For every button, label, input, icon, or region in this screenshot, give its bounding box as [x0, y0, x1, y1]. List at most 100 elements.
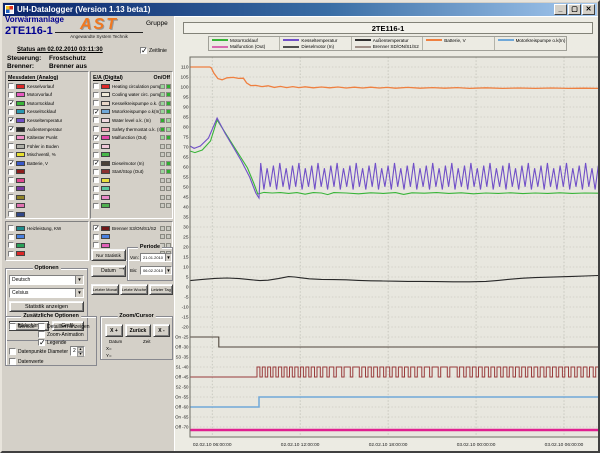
x-tick-label: 03.02.10 00:00:00 [457, 442, 496, 448]
row-checkbox[interactable] [93, 169, 99, 175]
row-checkbox[interactable] [8, 92, 14, 98]
status-squares [160, 203, 171, 208]
row-checkbox[interactable] [93, 242, 99, 248]
status-squares [160, 84, 171, 89]
list-item: Cooling water circ. pump (Out) [92, 91, 171, 100]
row-checkbox[interactable] [8, 83, 14, 89]
list-item [7, 250, 87, 259]
detailliert-checkbox[interactable]: Detailliert anzeigen [38, 323, 90, 330]
status-square [160, 161, 165, 166]
language-select[interactable]: Deutsch ▼ [9, 275, 84, 285]
row-checkbox[interactable] [93, 203, 99, 209]
checkbox-box[interactable] [38, 323, 45, 330]
y-tick-label: 40 [183, 205, 189, 211]
datenpunkte-checkbox[interactable]: Datenpunkte Diameter [9, 348, 68, 355]
control-panel: Vorwärmanlage 2TE116-1 AST Angewandte Sy… [3, 16, 174, 453]
row-checkbox[interactable] [8, 100, 14, 106]
row-checkbox[interactable] [8, 225, 14, 231]
color-swatch [101, 178, 110, 183]
row-checkbox[interactable] [8, 117, 14, 123]
row-checkbox[interactable] [93, 135, 99, 141]
y-tick-label: 60 [183, 165, 189, 171]
row-checkbox[interactable] [8, 242, 14, 248]
y-tick-label: -5 [184, 295, 189, 301]
zeitlinie-checkbox[interactable]: Zeitlinie [140, 47, 167, 54]
row-checkbox[interactable] [8, 143, 14, 149]
status-line: Status am 02.02.2010 03:11:30 [17, 47, 103, 53]
plot[interactable]: 02.02.10 06:00:0002.02.10 12:00:0002.02.… [175, 52, 600, 453]
service-checkbox[interactable]: Service [9, 323, 35, 330]
row-checkbox[interactable] [93, 225, 99, 231]
legend-label: Malfunction (Out) [230, 44, 265, 49]
list-item: Brenner S3/ON/S1/S2 [92, 224, 171, 233]
zoom-x-plus-button[interactable]: X + [105, 324, 123, 337]
datenwerte-checkbox[interactable]: Datenwerte [9, 358, 44, 365]
chevron-down-icon[interactable]: ▼ [165, 254, 171, 261]
chevron-down-icon[interactable]: ▼ [165, 267, 171, 274]
status-square [166, 101, 171, 106]
minimize-button[interactable]: _ [554, 4, 567, 15]
analog-listbox-2: Heizleistung, KW [5, 221, 89, 261]
color-swatch [101, 169, 110, 174]
spinner-down-icon[interactable]: ▼ [77, 352, 84, 357]
row-checkbox[interactable] [93, 234, 99, 240]
status-square [160, 144, 165, 149]
chevron-down-icon[interactable]: ▼ [75, 276, 83, 284]
status-square [160, 135, 165, 140]
checkbox-box[interactable] [38, 339, 45, 346]
row-checkbox[interactable] [93, 160, 99, 166]
row-checkbox[interactable] [93, 186, 99, 192]
zoom-zurueck-button[interactable]: Zurück [125, 324, 151, 337]
chevron-down-icon[interactable]: ▼ [75, 289, 83, 297]
checkbox-box[interactable] [9, 323, 16, 330]
row-checkbox[interactable] [93, 109, 99, 115]
status-squares [160, 101, 171, 106]
letzte-woche-button[interactable]: Letzte Woche [120, 284, 148, 295]
checkbox-box[interactable] [9, 348, 16, 355]
y-tick-label: 45 [183, 195, 189, 201]
row-checkbox[interactable] [93, 177, 99, 183]
row-label: Brenner S3/ON/S1/S2 [112, 226, 156, 231]
row-checkbox[interactable] [8, 152, 14, 158]
row-checkbox[interactable] [93, 100, 99, 106]
checkbox-label: Legende [47, 340, 66, 346]
row-checkbox[interactable] [93, 83, 99, 89]
list-item: Start/Stop (Out) [92, 167, 171, 176]
row-checkbox[interactable] [93, 92, 99, 98]
maximize-button[interactable]: ▢ [568, 4, 581, 15]
checkbox-box[interactable] [9, 358, 16, 365]
row-checkbox[interactable] [8, 177, 14, 183]
legende-checkbox[interactable]: Legende [38, 339, 66, 346]
datenpunkte-spinner[interactable]: 2 ▲▼ [70, 346, 85, 356]
nur-statistik-button[interactable]: Nur Statistik [91, 249, 126, 261]
zoom-x-minus-button[interactable]: X - [153, 324, 170, 337]
bis-date-select[interactable]: 06.02.2010 ▼ [140, 266, 172, 275]
list-item: Außentemperatur [7, 125, 87, 134]
status-square [166, 195, 171, 200]
letzter-monat-button[interactable]: Letzter Monat [91, 284, 119, 295]
von-date-select[interactable]: 21.01.2010 ▼ [140, 253, 172, 262]
row-checkbox[interactable] [8, 211, 14, 217]
row-checkbox[interactable] [8, 135, 14, 141]
row-checkbox[interactable] [93, 117, 99, 123]
row-checkbox[interactable] [8, 126, 14, 132]
unit-select[interactable]: Celsius ▼ [9, 288, 84, 298]
checkbox-box[interactable] [140, 47, 147, 54]
row-checkbox[interactable] [93, 152, 99, 158]
row-checkbox[interactable] [8, 186, 14, 192]
row-checkbox[interactable] [93, 143, 99, 149]
statistik-anzeigen-button[interactable]: Statistik anzeigen [9, 301, 84, 312]
y-tick-label: 30 [183, 225, 189, 231]
row-checkbox[interactable] [8, 109, 14, 115]
row-checkbox[interactable] [8, 169, 14, 175]
row-checkbox[interactable] [93, 194, 99, 200]
close-button[interactable]: ✕ [582, 4, 595, 15]
row-checkbox[interactable] [8, 234, 14, 240]
row-checkbox[interactable] [8, 194, 14, 200]
row-checkbox[interactable] [8, 203, 14, 209]
letzter-tag-button[interactable]: Letzter Tag [149, 284, 173, 295]
row-checkbox[interactable] [8, 160, 14, 166]
row-checkbox[interactable] [8, 251, 14, 257]
steuerung-label: Steuerung: [7, 55, 41, 62]
row-checkbox[interactable] [93, 126, 99, 132]
